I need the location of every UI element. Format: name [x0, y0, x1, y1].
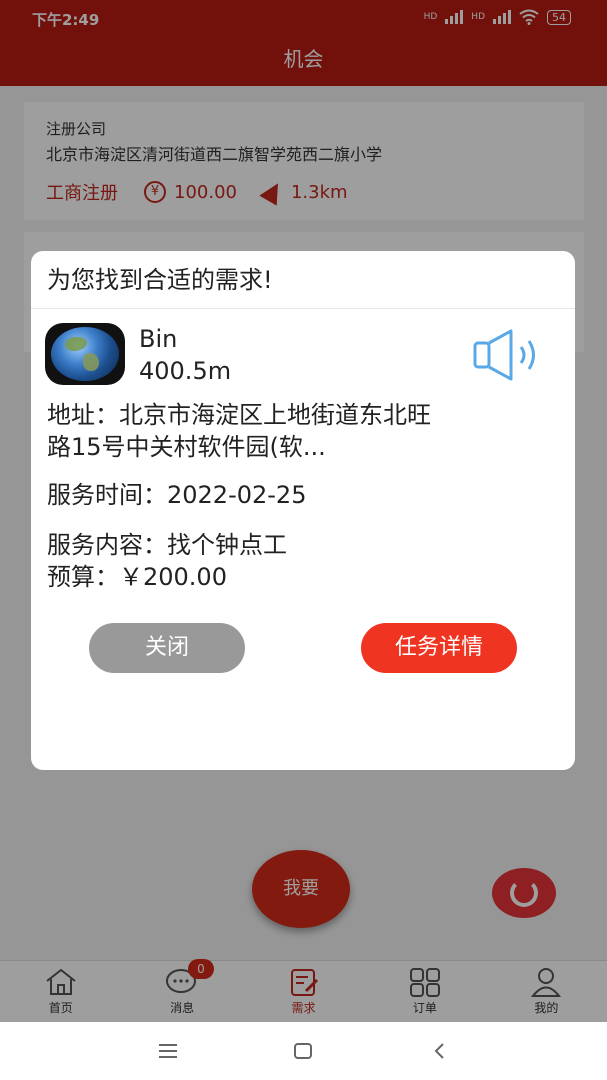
menu-icon[interactable]: [156, 1040, 180, 1062]
address-line-2: 路15号中关村软件园(软...: [47, 433, 326, 461]
close-button[interactable]: 关闭: [89, 623, 245, 673]
dialog-service-content: 服务内容：找个钟点工: [47, 531, 287, 559]
user-name: Bin: [139, 325, 178, 353]
dialog-user: Bin 400.5m: [45, 323, 231, 387]
speaker-icon[interactable]: [471, 329, 541, 381]
back-icon[interactable]: [428, 1040, 452, 1062]
dialog-address: 地址：北京市海淀区上地街道东北旺 路15号中关村软件园(软...: [47, 399, 557, 463]
address-line-1: 地址：北京市海淀区上地街道东北旺: [47, 401, 431, 429]
dialog-title: 为您找到合适的需求!: [31, 251, 575, 309]
task-detail-button[interactable]: 任务详情: [361, 623, 517, 673]
match-dialog: 为您找到合适的需求! Bin 400.5m 地址：北京市海淀区上地街道东北旺 路…: [31, 251, 575, 770]
home-square-icon[interactable]: [291, 1040, 315, 1062]
dialog-service-time: 服务时间：2022-02-25: [47, 481, 307, 509]
user-distance: 400.5m: [139, 357, 232, 385]
avatar: [45, 323, 125, 385]
system-nav-bar: [0, 1022, 607, 1080]
dialog-budget: 预算：￥200.00: [47, 563, 227, 591]
